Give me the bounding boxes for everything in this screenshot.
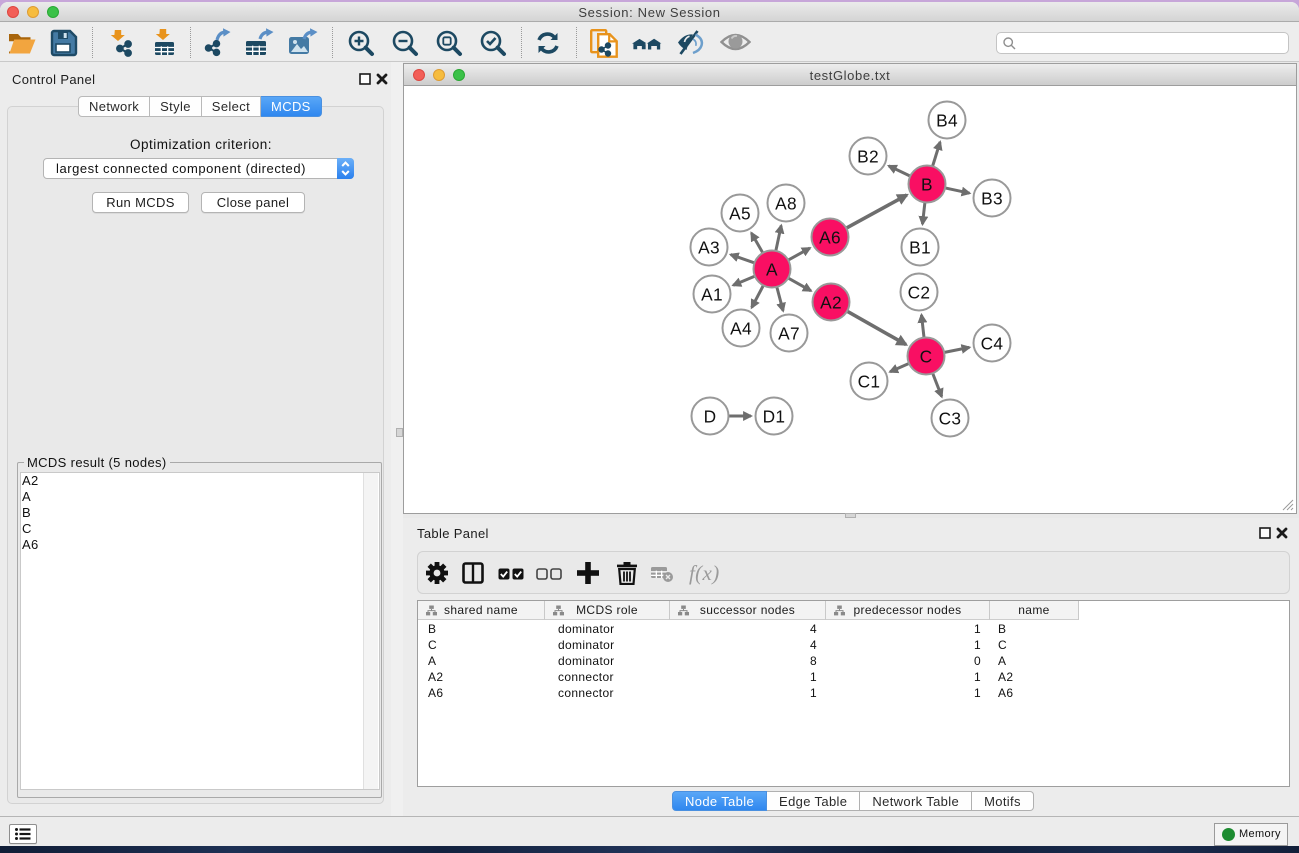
- svg-text:C4: C4: [981, 333, 1004, 353]
- svg-text:A6: A6: [819, 227, 841, 247]
- svg-text:A2: A2: [820, 292, 842, 312]
- svg-text:A3: A3: [698, 237, 720, 257]
- svg-text:B3: B3: [981, 188, 1003, 208]
- svg-text:A4: A4: [730, 318, 752, 338]
- svg-text:B2: B2: [857, 146, 879, 166]
- svg-text:A1: A1: [701, 284, 723, 304]
- svg-text:D1: D1: [763, 406, 786, 426]
- svg-text:A5: A5: [729, 203, 751, 223]
- svg-text:A7: A7: [778, 323, 800, 343]
- svg-text:B1: B1: [909, 237, 931, 257]
- svg-text:A: A: [766, 259, 778, 279]
- svg-text:C: C: [920, 346, 933, 366]
- svg-text:B: B: [921, 174, 933, 194]
- svg-text:A8: A8: [775, 193, 797, 213]
- svg-text:C1: C1: [858, 371, 881, 391]
- svg-text:C3: C3: [939, 408, 962, 428]
- svg-text:C2: C2: [908, 282, 931, 302]
- svg-text:D: D: [704, 406, 717, 426]
- svg-text:B4: B4: [936, 110, 958, 130]
